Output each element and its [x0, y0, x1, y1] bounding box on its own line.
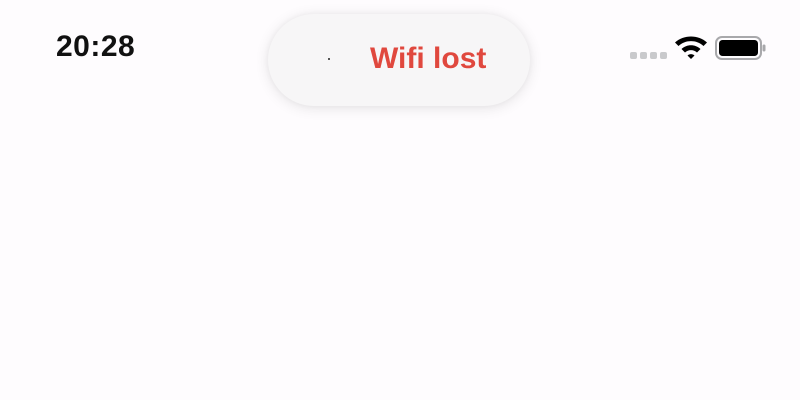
cellular-signal-icon — [630, 51, 670, 59]
signal-bar — [640, 51, 647, 59]
status-bar: 20:28 Wifi lost — [0, 0, 800, 106]
wifi-icon — [675, 36, 707, 59]
signal-bar — [630, 51, 637, 59]
toast-message: Wifi lost — [370, 42, 487, 75]
signal-bar — [650, 51, 657, 59]
battery-icon — [715, 36, 766, 60]
status-time: 20:28 — [56, 30, 136, 63]
wifi-lost-toast[interactable]: Wifi lost — [268, 14, 530, 106]
signal-bar — [660, 51, 667, 59]
wifi-status-icon — [328, 58, 330, 60]
phone-screen: 20:28 Wifi lost — [0, 0, 800, 400]
